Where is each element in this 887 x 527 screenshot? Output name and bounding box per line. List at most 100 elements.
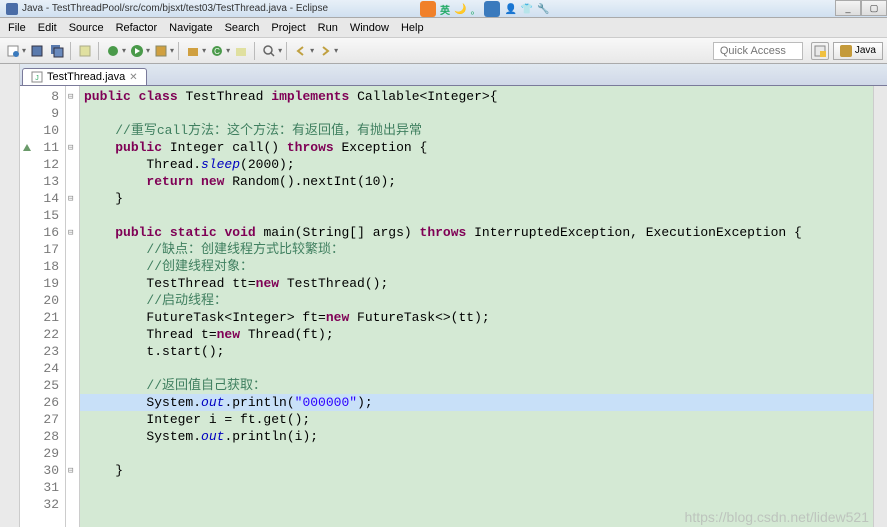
left-trim bbox=[0, 64, 20, 527]
code-line[interactable] bbox=[84, 207, 873, 224]
code-line[interactable]: public class TestThread implements Calla… bbox=[84, 88, 873, 105]
code-line[interactable]: t.start(); bbox=[84, 343, 873, 360]
back-button[interactable] bbox=[292, 42, 310, 60]
code-line[interactable] bbox=[84, 105, 873, 122]
code-line[interactable]: return new Random().nextInt(10); bbox=[84, 173, 873, 190]
separator bbox=[70, 42, 72, 60]
save-all-button[interactable] bbox=[48, 42, 66, 60]
dropdown-icon[interactable]: ▾ bbox=[334, 46, 338, 55]
window-title: Java - TestThreadPool/src/com/bjsxt/test… bbox=[22, 3, 328, 14]
debug-button[interactable] bbox=[104, 42, 122, 60]
code-line[interactable]: //返回值自己获取： bbox=[84, 377, 873, 394]
save-button[interactable] bbox=[28, 42, 46, 60]
code-line[interactable]: FutureTask<Integer> ft=new FutureTask<>(… bbox=[84, 309, 873, 326]
code-line[interactable]: } bbox=[84, 190, 873, 207]
editor-tab-testthread[interactable]: J TestThread.java ✕ bbox=[22, 68, 147, 85]
ime-user-icon[interactable]: 👤 bbox=[504, 4, 516, 15]
editor-tab-bar: J TestThread.java ✕ bbox=[20, 64, 887, 86]
minimize-button[interactable]: _ bbox=[835, 0, 861, 16]
maximize-button[interactable]: ▢ bbox=[861, 0, 887, 16]
code-line[interactable] bbox=[84, 496, 873, 513]
dropdown-icon[interactable]: ▾ bbox=[170, 46, 174, 55]
dropdown-icon[interactable]: ▾ bbox=[202, 46, 206, 55]
menu-source[interactable]: Source bbox=[63, 20, 110, 36]
code-line[interactable]: System.out.println(i); bbox=[84, 428, 873, 445]
menu-window[interactable]: Window bbox=[344, 20, 395, 36]
java-file-icon: J bbox=[31, 71, 43, 83]
code-line[interactable]: TestThread tt=new TestThread(); bbox=[84, 275, 873, 292]
code-line[interactable]: //创建线程对象： bbox=[84, 258, 873, 275]
menu-help[interactable]: Help bbox=[395, 20, 430, 36]
code-editor[interactable]: 8910111213141516171819202122232425262728… bbox=[20, 86, 887, 527]
dropdown-icon[interactable]: ▾ bbox=[278, 46, 282, 55]
open-perspective-button[interactable] bbox=[811, 42, 829, 60]
menu-file[interactable]: File bbox=[2, 20, 32, 36]
svg-text:C: C bbox=[214, 47, 220, 56]
editor-area: J TestThread.java ✕ 89101112131415161718… bbox=[0, 64, 887, 527]
ime-settings-icon[interactable]: 🔧 bbox=[537, 4, 549, 15]
ime-tools-icon[interactable]: 👕 bbox=[521, 4, 533, 15]
code-line[interactable]: public Integer call() throws Exception { bbox=[84, 139, 873, 156]
override-marker-icon[interactable] bbox=[22, 141, 32, 151]
new-button[interactable] bbox=[4, 42, 22, 60]
new-class-button[interactable]: C bbox=[208, 42, 226, 60]
new-package-button[interactable] bbox=[184, 42, 202, 60]
code-line[interactable]: System.out.println("000000"); bbox=[80, 394, 873, 411]
open-task-button[interactable] bbox=[232, 42, 250, 60]
separator bbox=[286, 42, 288, 60]
ime-punct[interactable]: 。 bbox=[470, 2, 480, 17]
line-number-gutter: 8910111213141516171819202122232425262728… bbox=[34, 86, 66, 527]
code-line[interactable] bbox=[84, 479, 873, 496]
overview-ruler[interactable] bbox=[873, 86, 887, 527]
code-line[interactable] bbox=[84, 360, 873, 377]
ime-lang[interactable]: 英 bbox=[440, 2, 450, 17]
code-line[interactable] bbox=[84, 445, 873, 462]
fold-toggle-icon[interactable]: ⊟ bbox=[68, 225, 73, 242]
main-toolbar: ▾ ▾ ▾ ▾ ▾ C ▾ ▾ ▾ ▾ Java bbox=[0, 38, 887, 64]
menu-search[interactable]: Search bbox=[219, 20, 266, 36]
code-line[interactable]: //重写call方法：这个方法：有返回值，有抛出异常 bbox=[84, 122, 873, 139]
menu-project[interactable]: Project bbox=[265, 20, 311, 36]
forward-button[interactable] bbox=[316, 42, 334, 60]
code-line[interactable]: //启动线程： bbox=[84, 292, 873, 309]
run-last-button[interactable] bbox=[152, 42, 170, 60]
code-line[interactable]: //缺点：创建线程方式比较繁琐： bbox=[84, 241, 873, 258]
ime-keyboard-icon[interactable] bbox=[484, 1, 500, 17]
dropdown-icon[interactable]: ▾ bbox=[122, 46, 126, 55]
dropdown-icon[interactable]: ▾ bbox=[146, 46, 150, 55]
code-line[interactable]: Thread.sleep(2000); bbox=[84, 156, 873, 173]
code-line[interactable]: Integer i = ft.get(); bbox=[84, 411, 873, 428]
search-button[interactable] bbox=[260, 42, 278, 60]
dropdown-icon[interactable]: ▾ bbox=[310, 46, 314, 55]
quick-access-input[interactable] bbox=[713, 42, 803, 60]
code-line[interactable]: public static void main(String[] args) t… bbox=[84, 224, 873, 241]
menu-edit[interactable]: Edit bbox=[32, 20, 63, 36]
svg-text:J: J bbox=[35, 75, 39, 82]
menu-run[interactable]: Run bbox=[312, 20, 344, 36]
separator bbox=[98, 42, 100, 60]
tab-close-icon[interactable]: ✕ bbox=[129, 72, 137, 83]
fold-gutter: ⊟ ⊟ ⊟ ⊟ ⊟ bbox=[66, 86, 80, 527]
ime-moon-icon[interactable]: 🌙 bbox=[454, 4, 466, 15]
fold-toggle-icon[interactable]: ⊟ bbox=[68, 191, 73, 208]
dropdown-icon[interactable]: ▾ bbox=[226, 46, 230, 55]
ime-toolbar: 英 🌙 。 👤 👕 🔧 bbox=[420, 0, 550, 18]
java-perspective-label: Java bbox=[855, 45, 876, 56]
java-perspective-button[interactable]: Java bbox=[833, 42, 883, 60]
fold-toggle-icon[interactable]: ⊟ bbox=[68, 463, 73, 480]
separator bbox=[178, 42, 180, 60]
menu-bar: FileEditSourceRefactorNavigateSearchProj… bbox=[0, 18, 887, 38]
perspective-switcher: Java bbox=[811, 42, 883, 60]
sogou-icon[interactable] bbox=[420, 1, 436, 17]
fold-toggle-icon[interactable]: ⊟ bbox=[68, 89, 73, 106]
dropdown-icon[interactable]: ▾ bbox=[22, 46, 26, 55]
fold-toggle-icon[interactable]: ⊟ bbox=[68, 140, 73, 157]
open-type-button[interactable] bbox=[76, 42, 94, 60]
code-line[interactable]: } bbox=[84, 462, 873, 479]
marker-gutter bbox=[20, 86, 34, 527]
menu-navigate[interactable]: Navigate bbox=[163, 20, 218, 36]
code-text-area[interactable]: public class TestThread implements Calla… bbox=[80, 86, 873, 527]
run-button[interactable] bbox=[128, 42, 146, 60]
menu-refactor[interactable]: Refactor bbox=[110, 20, 164, 36]
code-line[interactable]: Thread t=new Thread(ft); bbox=[84, 326, 873, 343]
